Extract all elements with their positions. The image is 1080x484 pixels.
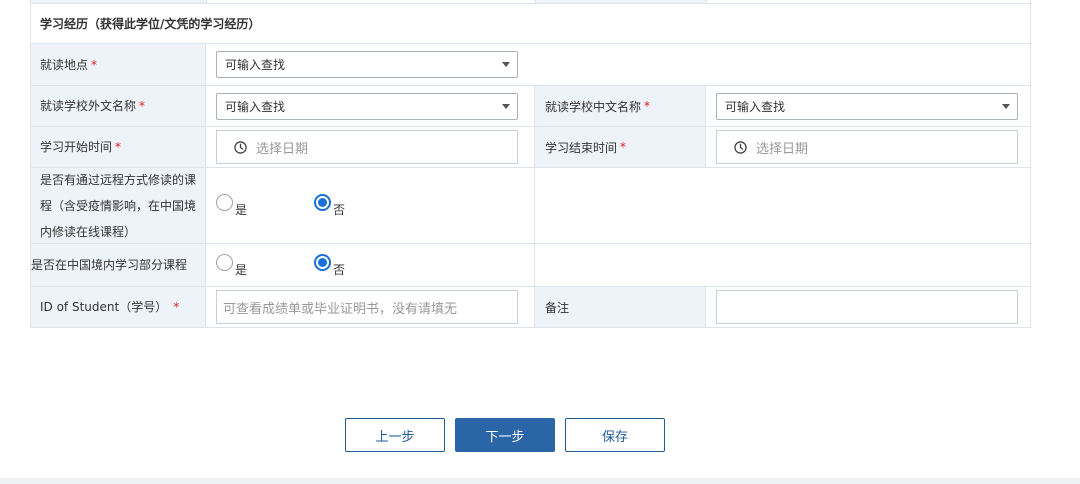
required-mark: * (644, 99, 651, 113)
remote-yes-label: 是 (235, 203, 248, 217)
end-date-label-text: 学习结束时间 (545, 140, 618, 155)
remark-input[interactable] (716, 290, 1018, 324)
required-mark: * (115, 140, 122, 154)
prev-button[interactable]: 上一步 (345, 418, 445, 452)
school-foreign-select[interactable]: 可输入查找 (216, 92, 518, 120)
school-chinese-label-text: 就读学校中文名称 (545, 99, 642, 114)
student-id-label: ID of Student（学号） * (31, 287, 206, 327)
next-button[interactable]: 下一步 (455, 418, 555, 452)
remote-cell: 是 否 (206, 168, 535, 243)
row-student-id: ID of Student（学号） * 可查看成绩单或毕业证明书，没有请填无 备注 (31, 287, 1030, 328)
remote-label: 是否有通过远程方式修读的课程（含受疫情影响，在中国境内修读在线课程） (31, 168, 206, 243)
study-experience-form: 学习经历（获得此学位/文凭的学习经历） 就读地点 * 可输入查找 就读学校外文名称… (30, 0, 1031, 328)
remote-empty-cell (535, 168, 1030, 243)
start-date-label: 学习开始时间 * (31, 127, 206, 167)
row-in-china: 是否在中国境内学习部分课程 是 否 (31, 244, 1030, 287)
clock-icon (734, 140, 747, 154)
clock-icon (234, 140, 247, 154)
start-date-cell: 选择日期 (206, 127, 535, 167)
remote-label-text: 是否有通过远程方式修读的课程（含受疫情影响，在中国境内修读在线课程） (40, 172, 197, 239)
in-china-label: 是否在中国境内学习部分课程 (31, 244, 206, 286)
row-location: 就读地点 * 可输入查找 (31, 44, 1030, 86)
end-date-placeholder: 选择日期 (756, 141, 809, 157)
in-china-yes-option[interactable]: 是 (216, 253, 314, 277)
radio-checked-icon[interactable] (314, 253, 331, 271)
remote-no-label: 否 (333, 203, 346, 217)
save-button[interactable]: 保存 (565, 418, 665, 452)
required-mark: * (173, 300, 180, 314)
school-foreign-label: 就读学校外文名称 * (31, 86, 206, 126)
school-foreign-select-value: 可输入查找 (225, 99, 286, 114)
end-date-cell: 选择日期 (706, 127, 1030, 167)
remark-label-text: 备注 (545, 300, 570, 315)
school-foreign-cell: 可输入查找 (206, 86, 535, 126)
required-mark: * (139, 99, 146, 113)
chevron-down-icon (1002, 103, 1010, 109)
in-china-label-text: 是否在中国境内学习部分课程 (31, 258, 188, 272)
school-chinese-select-value: 可输入查找 (725, 99, 786, 114)
school-foreign-label-text: 就读学校外文名称 (40, 99, 137, 113)
school-chinese-label: 就读学校中文名称 * (535, 86, 706, 126)
remark-cell (706, 287, 1030, 327)
row-remote-courses: 是否有通过远程方式修读的课程（含受疫情影响，在中国境内修读在线课程） 是 否 (31, 168, 1030, 244)
start-date-picker[interactable]: 选择日期 (216, 130, 518, 164)
in-china-yes-label: 是 (235, 262, 248, 277)
end-date-label: 学习结束时间 * (535, 127, 706, 167)
school-chinese-select[interactable]: 可输入查找 (716, 92, 1018, 120)
student-id-placeholder: 可查看成绩单或毕业证明书，没有请填无 (223, 301, 458, 317)
footer-strip (0, 478, 1080, 484)
start-date-label-text: 学习开始时间 (40, 140, 113, 154)
row-school-names: 就读学校外文名称 * 可输入查找 就读学校中文名称 * 可输入查找 (31, 86, 1030, 127)
radio-checked-icon[interactable] (314, 194, 331, 211)
school-chinese-cell: 可输入查找 (706, 86, 1030, 126)
radio-unchecked-icon[interactable] (216, 194, 233, 211)
in-china-empty-cell (535, 244, 1030, 286)
radio-unchecked-icon[interactable] (216, 253, 233, 271)
chevron-down-icon (502, 62, 510, 67)
required-mark: * (91, 57, 98, 72)
action-buttons: 上一步 下一步 保存 (345, 418, 675, 452)
remote-yes-option[interactable]: 是 (216, 194, 314, 217)
remote-radio-group: 是 否 (216, 194, 345, 217)
in-china-no-label: 否 (333, 262, 346, 277)
location-select-value: 可输入查找 (225, 58, 286, 72)
end-date-picker[interactable]: 选择日期 (716, 130, 1018, 164)
in-china-radio-group: 是 否 (216, 253, 345, 277)
section-title: 学习经历（获得此学位/文凭的学习经历） (31, 4, 1030, 44)
start-date-placeholder: 选择日期 (256, 141, 309, 157)
chevron-down-icon (502, 103, 510, 109)
remote-no-option[interactable]: 否 (314, 194, 345, 217)
required-mark: * (620, 140, 627, 154)
location-cell: 可输入查找 (206, 44, 1030, 85)
student-id-input[interactable]: 可查看成绩单或毕业证明书，没有请填无 (216, 290, 518, 324)
location-select[interactable]: 可输入查找 (216, 51, 518, 78)
location-label-text: 就读地点 (40, 57, 89, 72)
student-id-cell: 可查看成绩单或毕业证明书，没有请填无 (206, 287, 535, 327)
remark-label: 备注 (535, 287, 706, 327)
row-dates: 学习开始时间 * 选择日期 学习结束时间 * 选择日期 (31, 127, 1030, 168)
student-id-label-text: ID of Student（学号） (40, 300, 168, 314)
in-china-no-option[interactable]: 否 (314, 253, 345, 277)
in-china-cell: 是 否 (206, 244, 535, 286)
location-label: 就读地点 * (31, 44, 206, 85)
